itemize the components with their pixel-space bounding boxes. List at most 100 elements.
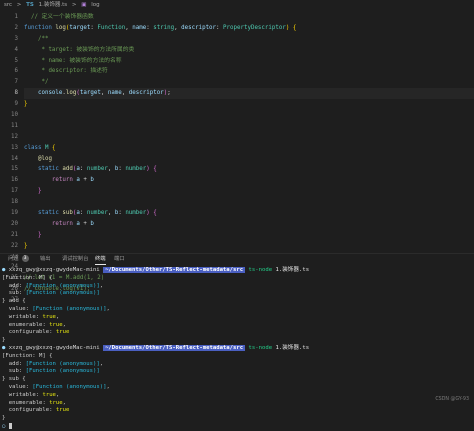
expr: b [90, 177, 94, 184]
output-text: sub [8, 376, 19, 383]
terminal-output-line: writable: true, [8, 313, 60, 320]
tab-terminal[interactable]: 终端 [95, 254, 106, 265]
comment: * descriptor: 描述符 [37, 68, 108, 75]
keyword: class [24, 144, 42, 151]
output-bool: true [55, 407, 70, 414]
output-fn: [Function (anonymous)] [25, 368, 100, 375]
type: PropertyDescriptor [223, 24, 286, 31]
output-bool: true [42, 313, 56, 320]
terminal-prompt-line: ● xxzq_gwy@xxzq-gwydeMac-mini ~/Document… [0, 344, 474, 353]
comment: */ [37, 79, 49, 86]
line-number: 5 [14, 57, 19, 64]
output-fn: [Function (anonymous)] [25, 290, 100, 297]
output-text: } [2, 376, 6, 383]
terminal[interactable]: ● xxzq_gwy@xxzq-gwydeMac-mini ~/Document… [0, 267, 474, 429]
tab-label: 问题 [8, 256, 19, 262]
function-name: log [55, 24, 66, 31]
line-number: 12 [11, 133, 18, 140]
output-text: configurable [8, 407, 50, 414]
param: b [114, 210, 119, 217]
line-number: 7 [14, 79, 19, 86]
command: ts-node [248, 344, 273, 351]
terminal-output-line: add: [Function (anonymous)], [8, 282, 104, 289]
line-number: 9 [14, 101, 19, 108]
code-line: return a + b [24, 175, 474, 186]
comment: * name: 被装饰的方法的名称 [37, 57, 122, 64]
prompt-dot-icon: ○ [2, 423, 6, 430]
breadcrumb-separator: > [71, 2, 77, 8]
line-number: 18 [11, 199, 18, 206]
code-line: static sub(a: number, b: number) { [37, 210, 157, 217]
output-fn: [Function (anonymous)] [32, 383, 107, 390]
code-line: */ [24, 77, 474, 88]
code-line: // 定义一个装饰器函数 [24, 12, 474, 23]
terminal-output-line: } [0, 337, 474, 345]
breadcrumb-separator: > [16, 2, 22, 8]
param: descriptor [181, 24, 217, 31]
tab-problems[interactable]: 问题 3 [8, 254, 29, 265]
arg: target [79, 90, 101, 97]
breadcrumb-item-file[interactable]: 1.装饰器.ts [39, 2, 68, 8]
line-number: 2 [14, 24, 19, 31]
output-bool: true [42, 391, 56, 398]
terminal-output-line: } add { [0, 298, 474, 306]
output-text: } [2, 415, 6, 422]
line-number: 11 [11, 122, 18, 129]
line-number: 21 [11, 231, 18, 238]
prompt-path: ~/Documents/Other/TS-Reflect-metadata/sr… [103, 267, 246, 273]
comment: // 定义一个装饰器函数 [30, 14, 94, 20]
method-name: sub [62, 210, 73, 217]
prompt-user: xxzq_gwy@xxzq-gwydeMac-mini [8, 344, 100, 351]
function-symbol-icon: ▣ [81, 2, 87, 8]
type: number [125, 210, 147, 217]
terminal-output-line: } sub { [0, 376, 474, 384]
arg: name [107, 90, 122, 97]
code-line: @log [24, 154, 474, 165]
type: number [125, 166, 147, 173]
param: name [132, 24, 147, 31]
terminal-output-line: enumerable: true, [8, 399, 67, 406]
terminal-output-line: configurable: true [8, 329, 70, 336]
code-line: class M { [24, 144, 56, 151]
output-text: } [2, 337, 6, 344]
method-name: add [62, 166, 73, 173]
code-editor[interactable]: 1 2 3 4 5 6 7 8 9 10 11 12 13 14 15 16 1… [0, 10, 474, 303]
breadcrumb-item-src[interactable]: src [4, 2, 12, 8]
line-number: 22 [11, 242, 18, 249]
terminal-output-line: value: [Function (anonymous)], [8, 383, 110, 390]
prompt-path: ~/Documents/Other/TS-Reflect-metadata/sr… [103, 344, 246, 351]
output-text: [Function: M] { [2, 352, 53, 359]
class-name: M [44, 144, 49, 151]
output-text: add [8, 282, 19, 289]
tab-output[interactable]: 输出 [40, 254, 51, 265]
watermark: CSDN @GY-93 [435, 397, 469, 402]
keyword: static [37, 210, 59, 217]
decorator: @log [37, 155, 52, 162]
expr: a [76, 177, 80, 184]
terminal-prompt-line: ● xxzq_gwy@xxzq-gwydeMac-mini ~/Document… [0, 267, 474, 275]
problems-count-badge: 3 [21, 255, 29, 262]
code-line: static add(a: number, b: number) { [37, 166, 157, 173]
terminal-cursor [8, 422, 12, 429]
output-text: writable [8, 391, 36, 398]
code-line: } [37, 188, 42, 195]
line-number: 13 [11, 144, 18, 151]
tab-ports[interactable]: 端口 [114, 254, 125, 265]
breadcrumb-item-symbol[interactable]: log [91, 2, 99, 8]
prompt-user: xxzq_gwy@xxzq-gwydeMac-mini [8, 267, 100, 273]
terminal-output-line: sub: [Function (anonymous)] [8, 290, 100, 297]
output-text: } [2, 298, 6, 305]
param: b [114, 166, 119, 173]
output-fn: [Function (anonymous)] [25, 360, 100, 367]
output-text: writable [8, 313, 36, 320]
breadcrumb: src > TS 1.装饰器.ts > ▣ log [0, 0, 474, 10]
output-text: sub [8, 290, 19, 297]
line-number-active: 8 [14, 90, 19, 97]
tab-debug-console[interactable]: 调试控制台 [62, 254, 89, 265]
code-line: function log(target: Function, name: str… [24, 24, 297, 31]
terminal-output-line: enumerable: true, [8, 321, 67, 328]
output-bool: true [55, 329, 70, 336]
